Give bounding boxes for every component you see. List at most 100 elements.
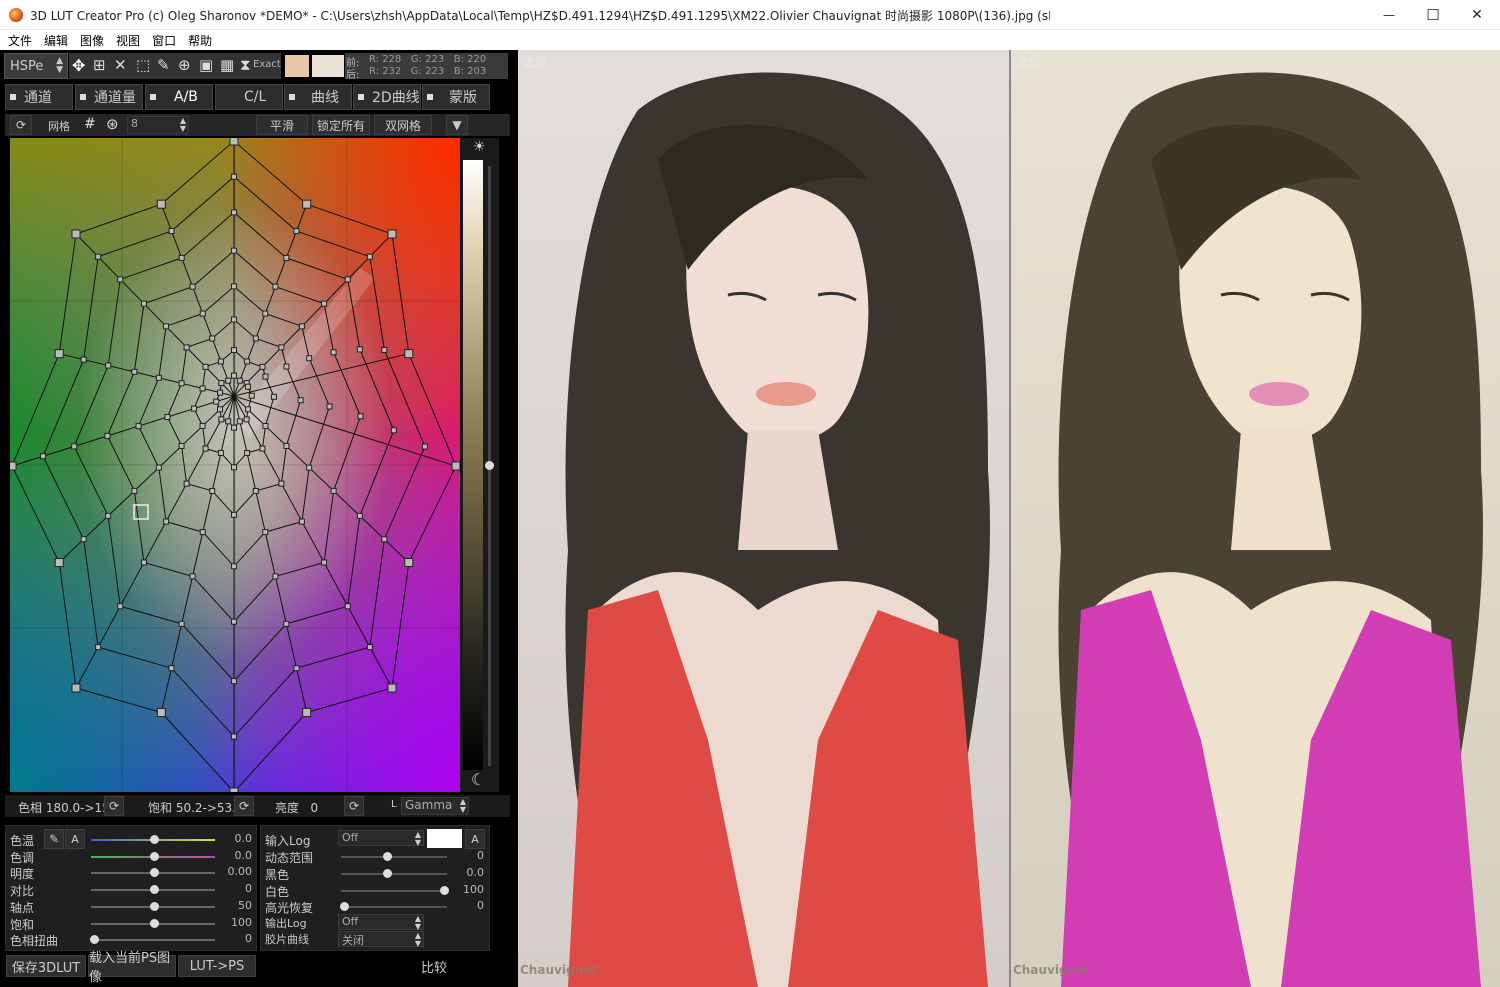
grid-node[interactable]: [168, 665, 175, 672]
grid-node[interactable]: [321, 559, 328, 566]
grid-node[interactable]: [421, 443, 428, 450]
double-grid-button[interactable]: 双网格: [374, 115, 432, 135]
brightness-reset-button[interactable]: ⟳: [344, 796, 364, 816]
grid-node[interactable]: [71, 229, 81, 239]
grid-node[interactable]: [156, 199, 166, 209]
grid-node[interactable]: [259, 445, 266, 452]
grid-node[interactable]: [140, 559, 147, 566]
luminance-slider-knob[interactable]: [485, 461, 494, 470]
grid-node[interactable]: [217, 358, 224, 365]
grid-node[interactable]: [178, 380, 185, 387]
after-pane[interactable]: 之后 Chauvignat: [1011, 50, 1500, 987]
grid-node[interactable]: [244, 383, 251, 390]
tab-channels[interactable]: 通道: [5, 84, 73, 110]
color-grid-canvas[interactable]: [10, 138, 460, 792]
menu-window[interactable]: 窗口: [152, 30, 176, 49]
grid-node[interactable]: [217, 406, 224, 413]
grid-node[interactable]: [231, 173, 237, 180]
grid-node[interactable]: [306, 355, 313, 362]
save-3dlut-button[interactable]: 保存3DLUT: [6, 955, 86, 977]
grid-node[interactable]: [178, 442, 185, 449]
hourglass-icon[interactable]: ⧗: [240, 56, 251, 74]
adjust-slider[interactable]: [91, 918, 215, 928]
grid-node[interactable]: [71, 443, 78, 450]
lut-to-ps-button[interactable]: LUT->PS: [178, 955, 256, 977]
adjust-slider[interactable]: [91, 868, 215, 878]
maximize-button[interactable]: ☐: [1410, 0, 1456, 30]
adjust-slider[interactable]: [91, 901, 215, 911]
compare-divider[interactable]: [1009, 50, 1011, 987]
adjust-slider-knob[interactable]: [150, 901, 159, 911]
grid-node[interactable]: [231, 347, 237, 354]
grid-node[interactable]: [248, 392, 255, 399]
grid-node[interactable]: [164, 414, 171, 420]
grid-node[interactable]: [283, 442, 290, 449]
grid-node[interactable]: [231, 372, 237, 379]
grid-node[interactable]: [283, 363, 290, 370]
shrink-tool-icon[interactable]: ✕: [114, 56, 127, 74]
grid-node[interactable]: [356, 512, 363, 519]
grid-node[interactable]: [199, 422, 206, 429]
grid-node[interactable]: [135, 423, 142, 430]
grid-node[interactable]: [199, 310, 206, 317]
adjust-slider-knob[interactable]: [150, 918, 159, 928]
grid-node[interactable]: [262, 422, 269, 429]
grid-node[interactable]: [278, 344, 285, 351]
tab-channel-amount[interactable]: 通道量: [75, 84, 143, 110]
zoom-tool-icon[interactable]: ⊕: [178, 56, 191, 74]
grid-node[interactable]: [95, 253, 102, 260]
grid-node[interactable]: [259, 363, 266, 370]
hue-reset-button[interactable]: ⟳: [104, 796, 124, 816]
grid-node[interactable]: [209, 487, 216, 494]
grid-node[interactable]: [387, 229, 397, 239]
grid-node[interactable]: [117, 603, 124, 610]
grid-node[interactable]: [231, 678, 237, 685]
grid-node[interactable]: [451, 461, 460, 471]
grid-node[interactable]: [191, 405, 198, 412]
input-log-select[interactable]: Off ▲ ▼: [338, 830, 424, 847]
grid-node[interactable]: [231, 316, 237, 323]
grid-node[interactable]: [183, 344, 190, 351]
grid-node[interactable]: [270, 393, 277, 400]
grid-node[interactable]: [218, 416, 225, 423]
after-color-swatch[interactable]: [312, 55, 344, 77]
color-model-select[interactable]: HSPe ▲ ▼: [4, 53, 68, 79]
grid-node[interactable]: [117, 276, 124, 283]
grid-node[interactable]: [140, 300, 147, 307]
grid-node[interactable]: [244, 449, 251, 456]
grid-node[interactable]: [262, 373, 269, 380]
grid-node[interactable]: [272, 283, 279, 290]
grid-node[interactable]: [178, 620, 185, 627]
frame-tool-icon[interactable]: ▣: [199, 56, 213, 74]
grid-node[interactable]: [231, 563, 237, 570]
grid-node[interactable]: [236, 377, 243, 384]
adjust-slider[interactable]: [91, 835, 215, 844]
sun-icon[interactable]: ☀: [473, 139, 486, 155]
grid-node[interactable]: [131, 487, 138, 494]
grid-node[interactable]: [231, 247, 237, 254]
ab-color-grid[interactable]: [10, 138, 460, 792]
move-tool-icon[interactable]: ✥: [72, 56, 85, 75]
grid-node[interactable]: [189, 573, 196, 580]
highlight-recovery-slider[interactable]: [340, 902, 447, 911]
grid-node[interactable]: [213, 398, 220, 405]
grid-node[interactable]: [80, 356, 87, 363]
dynamic-range-knob[interactable]: [383, 852, 392, 861]
grid-node[interactable]: [231, 511, 237, 518]
grid-node[interactable]: [298, 323, 305, 330]
grid-node[interactable]: [236, 418, 243, 425]
grid-node[interactable]: [272, 573, 279, 580]
grid-node[interactable]: [231, 618, 237, 625]
exact-label[interactable]: Exact: [253, 59, 281, 70]
grid-node[interactable]: [231, 733, 237, 740]
load-ps-image-button[interactable]: 载入当前PS图像: [88, 951, 176, 985]
grid-node[interactable]: [231, 283, 237, 290]
input-log-auto-button[interactable]: A: [465, 829, 485, 849]
grid-menu-button[interactable]: ▼: [446, 115, 468, 135]
grid-node[interactable]: [54, 349, 64, 359]
grid-node[interactable]: [95, 644, 102, 651]
selection-tool-icon[interactable]: ⬚: [136, 56, 150, 74]
grid-node[interactable]: [225, 418, 232, 425]
grid-node[interactable]: [404, 558, 414, 568]
grid-node[interactable]: [390, 427, 397, 434]
